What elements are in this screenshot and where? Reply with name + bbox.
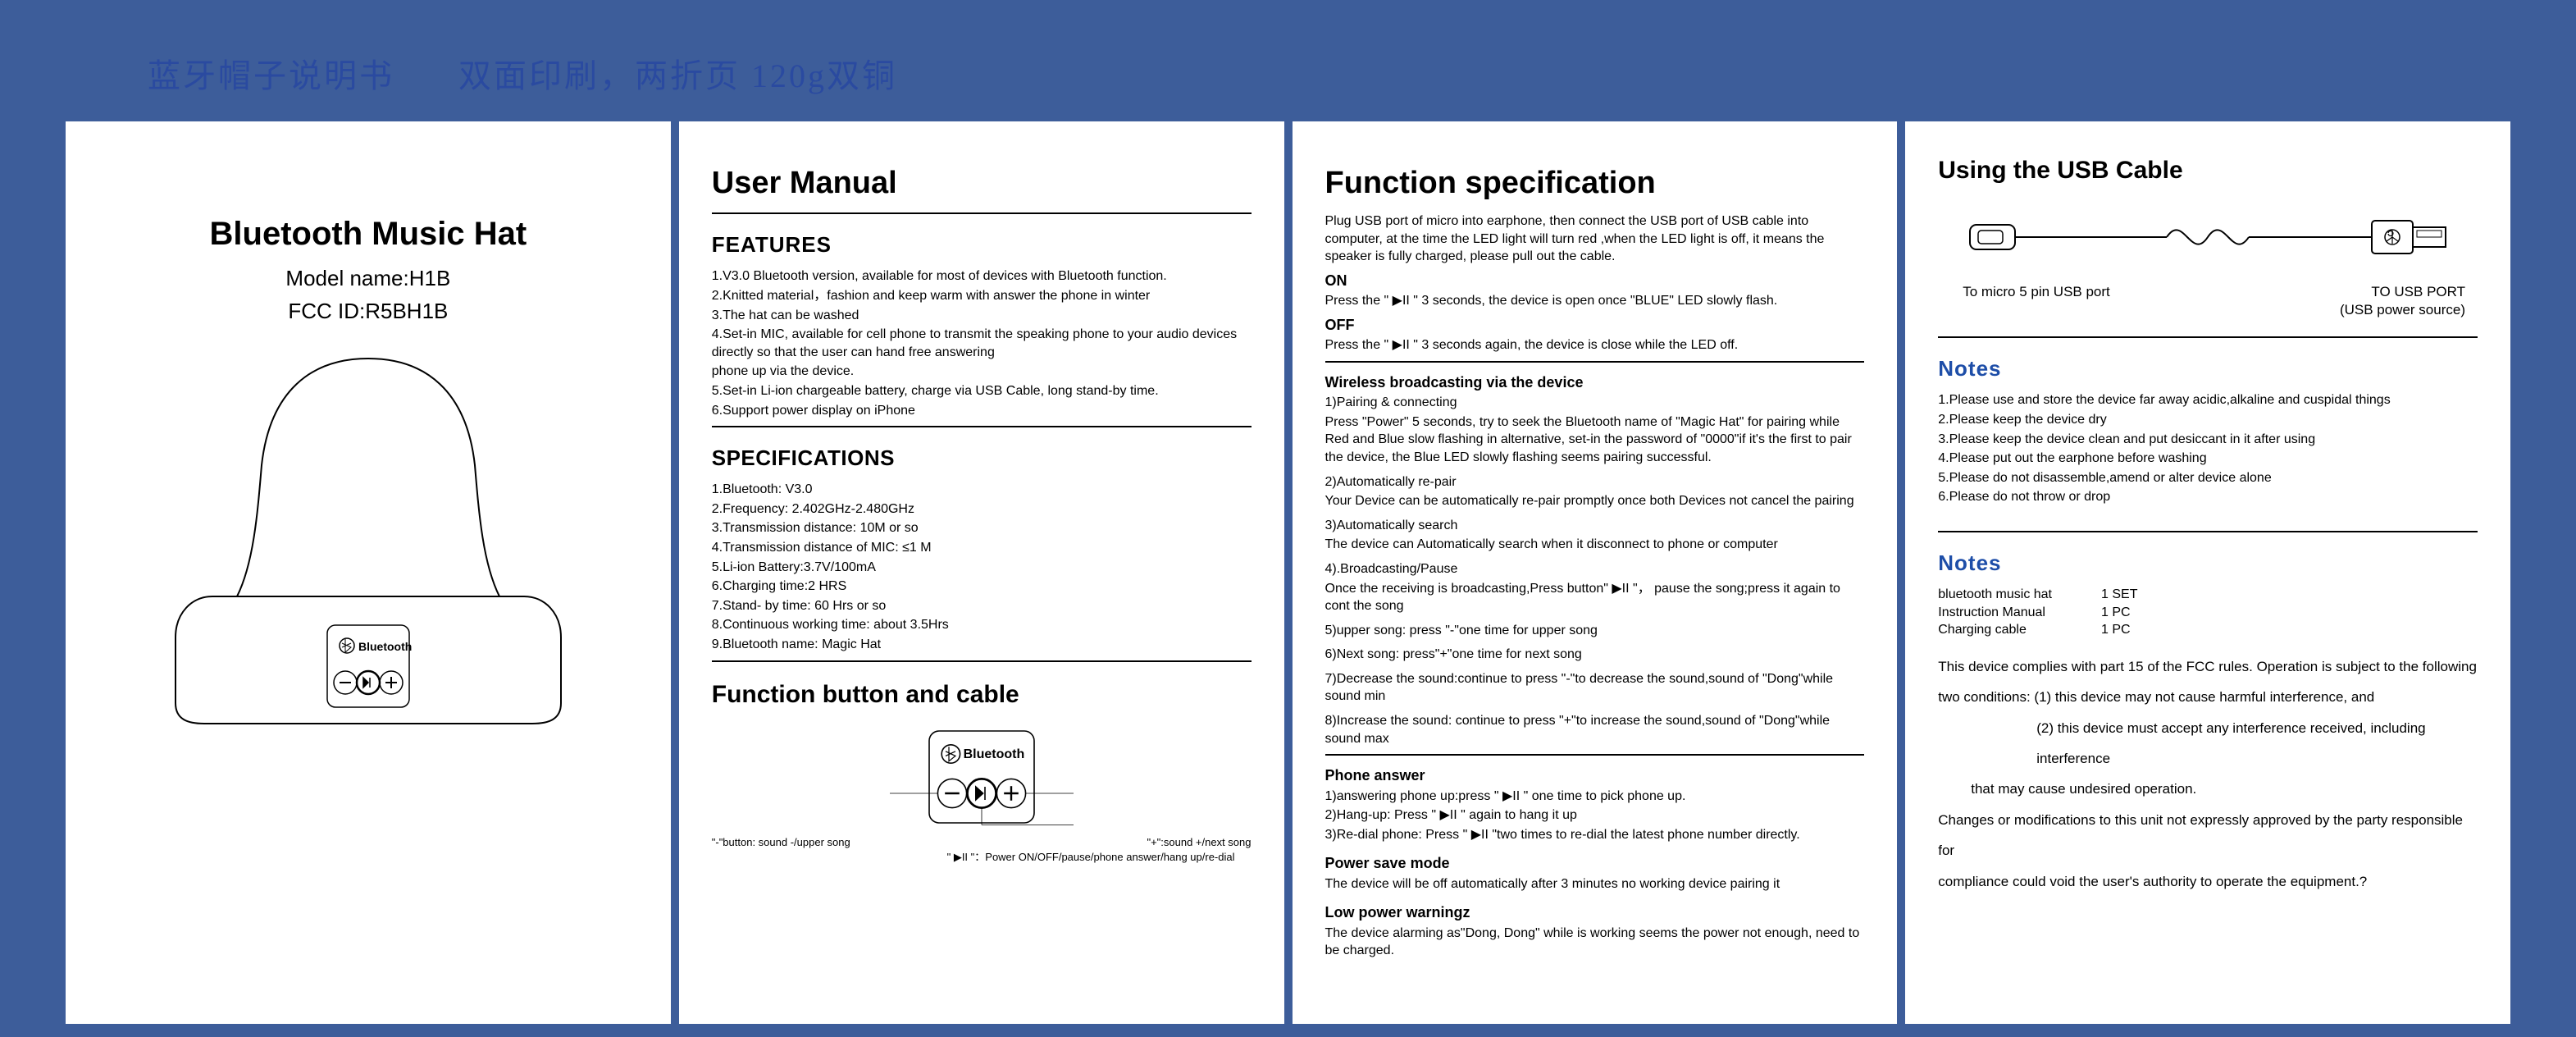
feature-item: 3.The hat can be washed xyxy=(712,307,1252,325)
divider xyxy=(1938,531,2478,532)
product-title: Bluetooth Music Hat xyxy=(98,212,638,256)
usb-labels: To micro 5 pin USB port TO USB PORT (USB… xyxy=(1963,283,2465,321)
feature-item: phone up via the device. xyxy=(712,363,1252,381)
spec-item: 6.Charging time:2 HRS xyxy=(712,578,1252,596)
content-label: Charging cable xyxy=(1938,621,2052,639)
plus-button-label: "+":sound +/next song xyxy=(1147,835,1251,850)
header-text-2: 双面印刷，两折页 120g双铜 xyxy=(458,57,897,94)
wb-item: 3)Automatically search xyxy=(1325,517,1865,535)
divider xyxy=(712,212,1252,214)
wb-item: 8)Increase the sound: continue to press … xyxy=(1325,712,1865,747)
content-label: bluetooth music hat xyxy=(1938,586,2052,604)
panel-manual: User Manual FEATURES 1.V3.0 Bluetooth ve… xyxy=(679,121,1284,1024)
content-qty: 1 PC xyxy=(2101,604,2137,622)
wb-item: 5)upper song: press "-"one time for uppe… xyxy=(1325,622,1865,640)
hat-illustration: Bluetooth xyxy=(163,350,573,728)
notes-heading-2: Notes xyxy=(1938,549,2478,578)
power-save-heading: Power save mode xyxy=(1325,853,1865,873)
spec-item: 5.Li-ion Battery:3.7V/100mA xyxy=(712,559,1252,577)
wb-item: The device can Automatically search when… xyxy=(1325,536,1865,554)
divider xyxy=(1325,754,1865,756)
power-save-text: The device will be off automatically aft… xyxy=(1325,875,1865,893)
spec-item: 9.Bluetooth name: Magic Hat xyxy=(712,636,1252,654)
control-diagram: Bluetooth "-"button: sound -/upper song … xyxy=(712,728,1252,864)
print-spec-header: 蓝牙帽子说明书 双面印刷，两折页 120g双铜 xyxy=(148,49,2510,97)
wb-item: Once the receiving is broadcasting,Press… xyxy=(1325,580,1865,615)
spec-item: 4.Transmission distance of MIC: ≤1 M xyxy=(712,539,1252,557)
function-spec-heading: Function specification xyxy=(1325,162,1865,204)
phone-answer-heading: Phone answer xyxy=(1325,765,1865,785)
content-qty: 1 SET xyxy=(2101,586,2137,604)
wb-item: Your Device can be automatically re-pair… xyxy=(1325,492,1865,510)
spec-item: 1.Bluetooth: V3.0 xyxy=(712,481,1252,499)
off-text: Press the " ▶II " 3 seconds again, the d… xyxy=(1325,336,1865,354)
usb-heading: Using the USB Cable xyxy=(1938,154,2478,188)
wb-item: 2)Automatically re-pair xyxy=(1325,473,1865,491)
spec-item: 3.Transmission distance: 10M or so xyxy=(712,519,1252,537)
features-heading: FEATURES xyxy=(712,231,1252,259)
note-item: 4.Please put out the earphone before was… xyxy=(1938,450,2478,468)
note-item: 5.Please do not disassemble,amend or alt… xyxy=(1938,469,2478,487)
specifications-heading: SPECIFICATIONS xyxy=(712,444,1252,473)
minus-button-label: "-"button: sound -/upper song xyxy=(712,835,850,850)
pa-item: 3)Re-dial phone: Press " ▶II "two times … xyxy=(1325,826,1865,844)
feature-item: 5.Set-in Li-ion chargeable battery, char… xyxy=(712,382,1252,400)
user-manual-heading: User Manual xyxy=(712,162,1252,204)
header-text-1: 蓝牙帽子说明书 xyxy=(148,57,394,94)
document-panels: Bluetooth Music Hat Model name:H1B FCC I… xyxy=(66,121,2510,1024)
note-item: 1.Please use and store the device far aw… xyxy=(1938,391,2478,409)
usb-label-left: To micro 5 pin USB port xyxy=(1963,283,2110,321)
low-power-text: The device alarming as"Dong, Dong" while… xyxy=(1325,925,1865,960)
spec-item: 8.Continuous working time: about 3.5Hrs xyxy=(712,616,1252,634)
package-contents: bluetooth music hat Instruction Manual C… xyxy=(1938,586,2478,639)
content-label: Instruction Manual xyxy=(1938,604,2052,622)
wb-item: Press "Power" 5 seconds, try to seek the… xyxy=(1325,413,1865,467)
usb-label-right: TO USB PORT (USB power source) xyxy=(2340,283,2465,321)
feature-item: 6.Support power display on iPhone xyxy=(712,402,1252,420)
on-text: Press the " ▶II " 3 seconds, the device … xyxy=(1325,292,1865,310)
pa-item: 1)answering phone up:press " ▶II " one t… xyxy=(1325,788,1865,806)
panel-cover: Bluetooth Music Hat Model name:H1B FCC I… xyxy=(66,121,671,1024)
fcc-id: FCC ID:R5BH1B xyxy=(98,297,638,326)
fcc-compliance-text: This device complies with part 15 of the… xyxy=(1938,651,2478,897)
notes-heading-1: Notes xyxy=(1938,354,2478,383)
wb-item: 6)Next song: press"+"one time for next s… xyxy=(1325,646,1865,664)
wb-item: 4).Broadcasting/Pause xyxy=(1325,560,1865,578)
note-item: 2.Please keep the device dry xyxy=(1938,411,2478,429)
divider xyxy=(712,660,1252,662)
divider xyxy=(712,426,1252,427)
spec-item: 2.Frequency: 2.402GHz-2.480GHz xyxy=(712,500,1252,518)
function-button-heading: Function button and cable xyxy=(712,678,1252,712)
feature-item: 2.Knitted material，fashion and keep warm… xyxy=(712,287,1252,305)
note-item: 3.Please keep the device clean and put d… xyxy=(1938,431,2478,449)
note-item: 6.Please do not throw or drop xyxy=(1938,488,2478,506)
wb-item: 1)Pairing & connecting xyxy=(1325,394,1865,412)
low-power-heading: Low power warningz xyxy=(1325,902,1865,922)
model-name: Model name:H1B xyxy=(98,264,638,293)
wireless-heading: Wireless broadcasting via the device xyxy=(1325,372,1865,392)
panel-function-spec: Function specification Plug USB port of … xyxy=(1293,121,1898,1024)
spec-item: 7.Stand- by time: 60 Hrs or so xyxy=(712,597,1252,615)
wb-item: 7)Decrease the sound:continue to press "… xyxy=(1325,670,1865,706)
divider xyxy=(1325,361,1865,363)
on-heading: ON xyxy=(1325,271,1865,290)
bt-label: Bluetooth xyxy=(358,640,412,653)
charging-text: Plug USB port of micro into earphone, th… xyxy=(1325,212,1865,266)
play-button-label: " ▶II "：Power ON/OFF/pause/phone answer/… xyxy=(712,850,1252,865)
feature-item: 4.Set-in MIC, available for cell phone t… xyxy=(712,326,1252,361)
content-qty: 1 PC xyxy=(2101,621,2137,639)
off-heading: OFF xyxy=(1325,315,1865,335)
svg-text:Bluetooth: Bluetooth xyxy=(963,747,1024,761)
pa-item: 2)Hang-up: Press " ▶II " again to hang i… xyxy=(1325,806,1865,825)
divider xyxy=(1938,336,2478,338)
panel-usb-notes: Using the USB Cable To micro 5 pin USB p… xyxy=(1905,121,2510,1024)
usb-cable-illustration xyxy=(1962,196,2454,278)
feature-item: 1.V3.0 Bluetooth version, available for … xyxy=(712,267,1252,286)
